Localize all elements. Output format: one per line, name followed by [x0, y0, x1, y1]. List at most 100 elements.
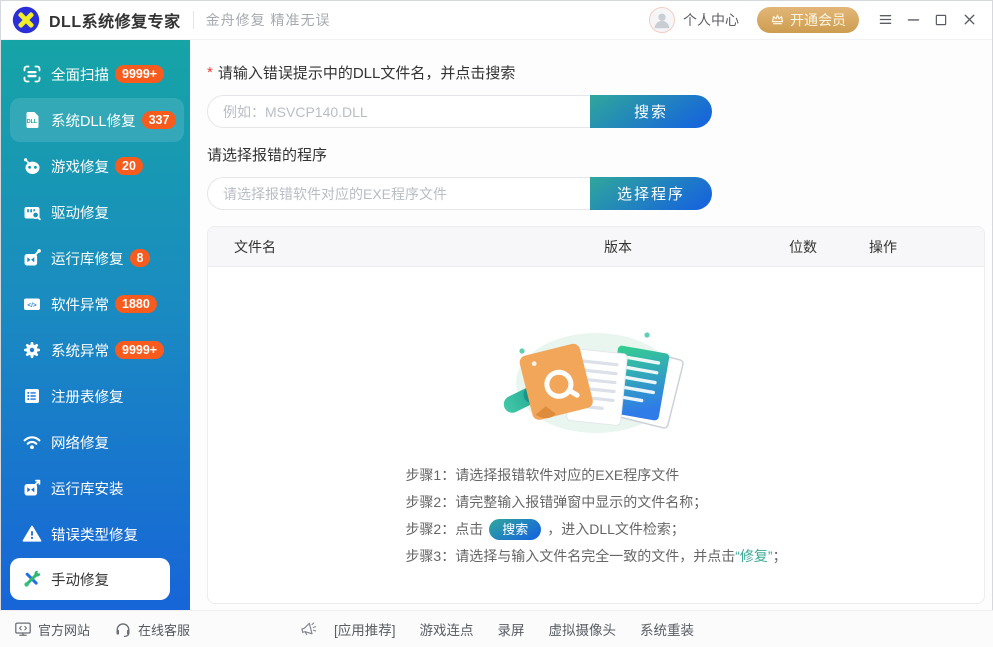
badge-count: 1880	[115, 295, 157, 313]
app-body: 全面扫描 9999+ DLL 系统DLL修复 337	[0, 40, 993, 610]
sidebar-item-label: 全面扫描	[51, 64, 109, 85]
wifi-icon	[22, 432, 42, 452]
step4-text-after: ；	[773, 543, 787, 570]
step-row-1: 步骤1： 请选择报错软件对应的EXE程序文件	[405, 462, 786, 489]
sidebar-item-label: 系统异常	[51, 340, 109, 361]
sidebar-item-label: 运行库安装	[51, 478, 124, 499]
column-header-bits: 位数	[789, 237, 869, 257]
sidebar: 全面扫描 9999+ DLL 系统DLL修复 337	[0, 40, 190, 610]
dll-search-label: * 请输入错误提示中的DLL文件名，并点击搜索	[207, 62, 985, 83]
website-monitor-icon	[14, 620, 32, 638]
footer-link-system-reinstall[interactable]: 系统重装	[640, 619, 694, 639]
badge-count: 8	[130, 249, 151, 267]
official-site-label: 官方网站	[38, 620, 90, 639]
code-icon: </>	[22, 294, 42, 314]
step-row-2: 步骤2： 请完整输入报错弹窗中显示的文件名称；	[405, 489, 786, 516]
step3-text-before: 点击	[455, 516, 483, 543]
official-site-link[interactable]: 官方网站	[14, 620, 90, 639]
sidebar-item-label: 网络修复	[51, 432, 109, 453]
sidebar-item-software-error[interactable]: </> 软件异常 1880	[10, 282, 184, 326]
svg-text:DLL: DLL	[27, 119, 38, 125]
sidebar-item-runtime-repair[interactable]: 运行库修复 8	[10, 236, 184, 280]
dll-file-icon: DLL	[22, 110, 42, 130]
sidebar-item-label: 错误类型修复	[51, 524, 138, 545]
step3-text-after: ，进入DLL文件检索；	[547, 516, 685, 543]
footer-link-screen-record[interactable]: 录屏	[498, 619, 525, 639]
sidebar-item-label: 软件异常	[51, 294, 109, 315]
select-program-button[interactable]: 选择程序	[590, 177, 712, 210]
online-service-link[interactable]: 在线客服	[114, 620, 190, 639]
badge-count: 20	[115, 157, 143, 175]
program-select-label: 请选择报错的程序	[207, 144, 985, 165]
footer-link-virtual-camera[interactable]: 虚拟摄像头	[549, 619, 617, 639]
badge-count: 337	[142, 111, 177, 129]
runtime-install-icon	[22, 478, 42, 498]
dll-search-label-text: 请输入错误提示中的DLL文件名，并点击搜索	[218, 62, 516, 83]
column-header-version: 版本	[604, 237, 789, 257]
program-select-label-text: 请选择报错的程序	[207, 144, 327, 165]
sidebar-item-game-repair[interactable]: 游戏修复 20	[10, 144, 184, 188]
footer-center-links: [应用推荐] 游戏连点 录屏 虚拟摄像头 系统重装	[299, 619, 694, 639]
maximize-icon[interactable]	[929, 8, 953, 32]
app-window: DLL系统修复专家 金舟修复 精准无误 个人中心 开通会员	[0, 0, 993, 647]
close-icon[interactable]	[957, 8, 981, 32]
sidebar-item-error-type-repair[interactable]: 错误类型修复	[10, 512, 184, 556]
user-avatar[interactable]	[649, 7, 675, 33]
driver-icon	[22, 202, 42, 222]
vip-upgrade-button[interactable]: 开通会员	[757, 7, 859, 33]
step-row-4: 步骤3： 请选择与输入文件名完全一致的文件，并点击 “修复” ；	[405, 543, 786, 570]
sidebar-item-label: 注册表修复	[51, 386, 124, 407]
vip-button-label: 开通会员	[790, 10, 846, 30]
gear-icon	[22, 340, 42, 360]
program-select-row: 选择程序	[207, 177, 712, 210]
required-asterisk: *	[207, 64, 213, 81]
app-title: DLL系统修复专家	[49, 8, 181, 32]
menu-icon[interactable]	[873, 8, 897, 32]
sidebar-item-label: 系统DLL修复	[51, 110, 136, 131]
sidebar-item-network-repair[interactable]: 网络修复	[10, 420, 184, 464]
footer-link-game-clicker[interactable]: 游戏连点	[420, 619, 474, 639]
sidebar-item-system-dll-repair[interactable]: DLL 系统DLL修复 337	[10, 98, 184, 142]
app-slogan: 金舟修复 精准无误	[206, 10, 331, 30]
app-recommend-label[interactable]: [应用推荐]	[334, 619, 396, 639]
sidebar-item-label: 驱动修复	[51, 202, 109, 223]
step1-prefix: 步骤1：	[405, 462, 455, 489]
sidebar-item-manual-repair[interactable]: 手动修复	[10, 558, 170, 600]
user-center-link[interactable]: 个人中心	[683, 10, 739, 30]
app-logo-icon	[12, 6, 40, 34]
step2-prefix: 步骤2：	[405, 489, 455, 516]
main-panel: * 请输入错误提示中的DLL文件名，并点击搜索 搜索 请选择报错的程序 选择程序…	[190, 40, 993, 610]
badge-count: 9999+	[115, 341, 164, 359]
registry-list-icon	[22, 386, 42, 406]
step1-text: 请选择报错软件对应的EXE程序文件	[455, 462, 679, 489]
sidebar-item-system-error[interactable]: 系统异常 9999+	[10, 328, 184, 372]
steps-instructions: 步骤1： 请选择报错软件对应的EXE程序文件 步骤2： 请完整输入报错弹窗中显示…	[405, 462, 786, 570]
crown-icon	[770, 12, 785, 27]
sidebar-item-driver-repair[interactable]: 驱动修复	[10, 190, 184, 234]
footer-left-links: 官方网站 在线客服	[14, 620, 190, 639]
inline-search-button: 搜索	[489, 519, 541, 540]
exe-path-input[interactable]	[207, 177, 590, 210]
dll-name-input[interactable]	[207, 95, 590, 128]
badge-count: 9999+	[115, 65, 164, 83]
tools-icon	[22, 569, 42, 589]
titlebar: DLL系统修复专家 金舟修复 精准无误 个人中心 开通会员	[0, 0, 993, 40]
minimize-icon[interactable]	[901, 8, 925, 32]
sidebar-item-full-scan[interactable]: 全面扫描 9999+	[10, 52, 184, 96]
step3-prefix: 步骤2：	[405, 516, 455, 543]
column-header-action: 操作	[869, 237, 984, 257]
dll-search-row: 搜索	[207, 95, 712, 128]
svg-text:</>: </>	[27, 302, 37, 309]
sidebar-item-runtime-install[interactable]: 运行库安装	[10, 466, 184, 510]
step4-highlight-repair: “修复”	[735, 543, 772, 570]
step4-prefix: 步骤3：	[405, 543, 455, 570]
sidebar-item-label: 运行库修复	[51, 248, 124, 269]
headset-icon	[114, 620, 132, 638]
online-service-label: 在线客服	[138, 620, 190, 639]
sidebar-item-registry-repair[interactable]: 注册表修复	[10, 374, 184, 418]
search-button[interactable]: 搜索	[590, 95, 712, 128]
warning-icon	[22, 524, 42, 544]
sidebar-item-label: 游戏修复	[51, 156, 109, 177]
scan-icon	[22, 64, 42, 84]
title-divider	[193, 11, 194, 29]
